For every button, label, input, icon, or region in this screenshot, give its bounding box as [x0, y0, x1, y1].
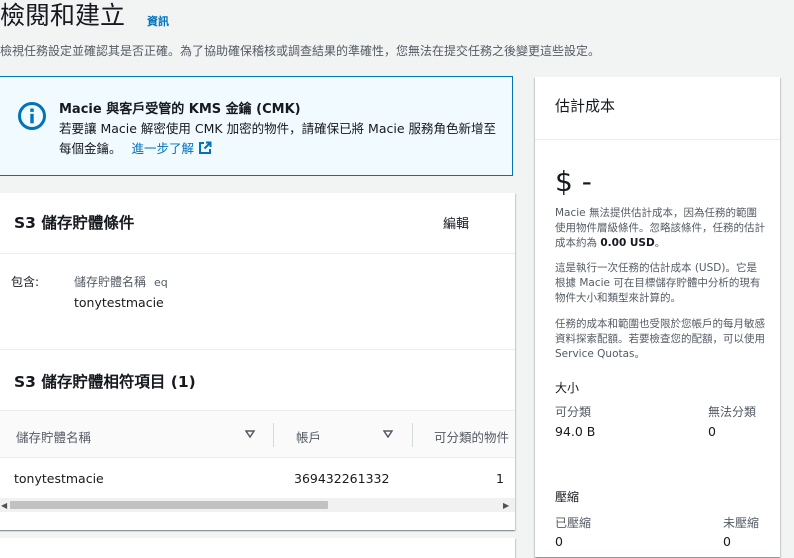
cost-price: $ -: [555, 165, 592, 198]
uncompressed-label: 未壓縮: [723, 516, 760, 530]
bucket-criteria-heading: S3 儲存貯體條件: [14, 214, 135, 232]
estimated-cost-panel: 估計成本 $ - Macie 無法提供估計成本，因為任務的範圍使用物件層級條件。…: [535, 77, 780, 557]
column-divider: [273, 423, 274, 447]
divider: [535, 139, 780, 140]
column-header-account[interactable]: 帳戶: [296, 427, 321, 446]
page-description: 檢視任務設定並確認其是否正確。為了協助確保稽核或調查結果的準確性，您無法在提交任…: [0, 44, 601, 58]
learn-more-link[interactable]: 進一步了解: [132, 141, 213, 156]
alert-body: 若要讓 Macie 解密使用 CMK 加密的物件，請確保已將 Macie 服務角…: [59, 119, 499, 159]
divider: [0, 349, 515, 350]
sort-down-icon[interactable]: [383, 430, 393, 438]
compression-heading: 壓縮: [555, 490, 580, 504]
scroll-right-icon[interactable]: ▶: [503, 501, 509, 510]
cost-note-2: 這是執行一次任務的估計成本 (USD)。它是根據 Macie 可在目標儲存貯體中…: [555, 262, 761, 304]
matching-buckets-heading: S3 儲存貯體相符項目 (1): [14, 373, 196, 391]
sort-down-icon[interactable]: [245, 430, 255, 438]
info-link[interactable]: 資訊: [147, 13, 169, 29]
unclassifiable-value: 0: [708, 424, 716, 439]
scrollbar-thumb[interactable]: [10, 501, 328, 509]
external-link-icon: [199, 141, 212, 154]
column-divider: [412, 423, 413, 447]
size-heading: 大小: [555, 381, 580, 395]
next-panel: [0, 538, 515, 558]
compressed-value: 0: [555, 534, 563, 549]
uncompressed-value: 0: [723, 534, 731, 549]
kms-info-alert: Macie 與客戶受管的 KMS 金鑰 (CMK) 若要讓 Macie 解密使用…: [0, 76, 513, 176]
horizontal-scrollbar[interactable]: ◀ ▶: [0, 498, 515, 512]
info-icon: [18, 102, 46, 130]
include-label: 包含:: [11, 275, 40, 289]
unclassifiable-label: 無法分類: [708, 405, 757, 419]
cost-note-3: 任務的成本和範圍也受限於您帳戶的每月敏感資料探索配額。若要檢查您的配額，可以使用…: [555, 318, 765, 360]
cost-note-1-suffix: 。: [654, 237, 666, 249]
cell-account: 369432261332: [294, 471, 390, 486]
bucket-criteria-panel: S3 儲存貯體條件 編輯 包含: 儲存貯體名稱 eq tonytestmacie …: [0, 193, 515, 530]
edit-button[interactable]: 編輯: [443, 213, 469, 232]
classifiable-value: 94.0 B: [555, 424, 596, 439]
table-row: tonytestmacie 369432261332 1: [0, 458, 515, 490]
criteria-operator: eq: [154, 276, 168, 289]
alert-title: Macie 與客戶受管的 KMS 金鑰 (CMK): [59, 102, 301, 117]
scroll-left-icon[interactable]: ◀: [1, 501, 7, 510]
divider: [0, 253, 515, 254]
alert-message: 若要讓 Macie 解密使用 CMK 加密的物件，請確保已將 Macie 服務角…: [59, 121, 497, 156]
learn-more-label: 進一步了解: [131, 141, 195, 156]
cell-classifiable-objects: 1: [496, 471, 504, 486]
criteria-key: 儲存貯體名稱 eq: [74, 273, 168, 290]
cost-note-1: Macie 無法提供估計成本，因為任務的範圍使用物件層級條件。忽略該條件，任務的…: [555, 206, 765, 251]
classifiable-label: 可分類: [555, 405, 592, 419]
criteria-value: tonytestmacie: [74, 295, 164, 310]
cell-bucket-name: tonytestmacie: [14, 471, 104, 486]
column-header-bucket-name[interactable]: 儲存貯體名稱: [16, 427, 91, 446]
column-header-classifiable-objects[interactable]: 可分類的物件: [434, 427, 509, 446]
cost-heading: 估計成本: [555, 97, 616, 115]
page-title: 檢閱和建立: [0, 1, 126, 30]
criteria-key-label: 儲存貯體名稱: [74, 275, 147, 289]
table-header: 儲存貯體名稱 帳戶 可分類的物件: [0, 410, 515, 458]
compressed-label: 已壓縮: [555, 516, 592, 530]
cost-amount: 0.00 USD: [600, 237, 655, 249]
